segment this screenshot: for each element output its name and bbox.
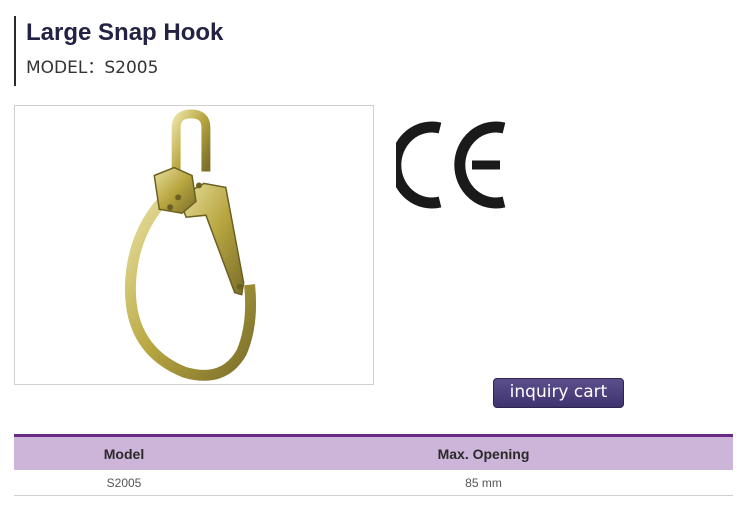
product-title: Large Snap Hook	[26, 19, 224, 46]
header-max-opening: Max. Opening	[437, 445, 530, 462]
product-image[interactable]	[14, 105, 374, 385]
cell-max-opening: 85 mm	[234, 470, 733, 496]
table-row: S2005 85 mm	[14, 470, 733, 496]
table-header-row: Model Max. Opening	[14, 435, 733, 470]
product-header: Large Snap Hook MODEL：S2005	[14, 16, 414, 86]
cell-model: S2005	[14, 470, 234, 496]
snap-hook-photo	[124, 109, 257, 381]
ce-mark-icon	[396, 121, 506, 209]
header-model: Model	[103, 445, 145, 462]
spec-table: Model Max. Opening S2005 85 mm	[14, 434, 733, 496]
inquiry-cart-button[interactable]: inquiry cart	[493, 378, 624, 408]
product-model: MODEL：S2005	[26, 58, 159, 78]
